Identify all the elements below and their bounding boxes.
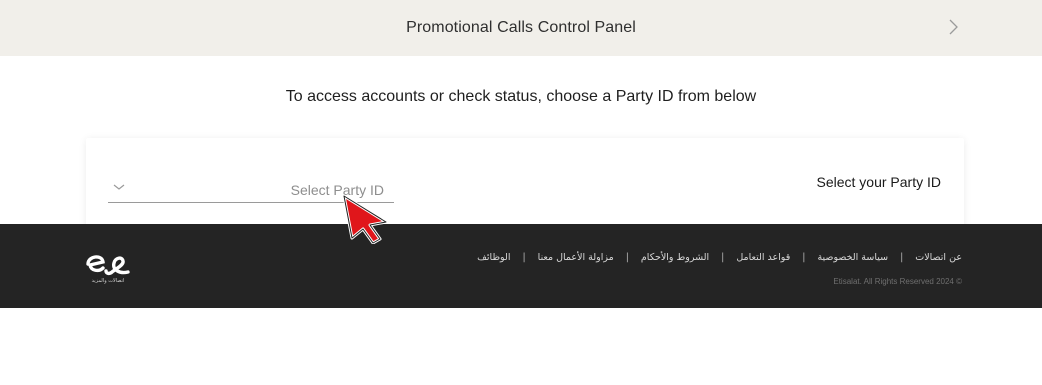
instruction-text: To access accounts or check status, choo… xyxy=(285,88,757,105)
footer-separator: | xyxy=(802,252,806,263)
footer-separator: | xyxy=(721,252,725,263)
footer-link-do-business[interactable]: مزاولة الأعمال معنا xyxy=(538,252,614,263)
footer-link-terms[interactable]: الشروط والأحكام xyxy=(641,252,709,263)
footer-separator: | xyxy=(900,252,904,263)
footer-link-careers[interactable]: الوظائف xyxy=(477,252,510,263)
logo-tagline: اتصالات والمزيد xyxy=(91,278,125,284)
footer-link-privacy[interactable]: سياسة الخصوصية xyxy=(817,252,888,263)
party-id-placeholder: Select Party ID xyxy=(290,182,384,198)
footer-separator: | xyxy=(522,252,526,263)
footer-separator: | xyxy=(625,252,629,263)
chevron-right-icon[interactable] xyxy=(946,13,962,41)
top-banner: Promotional Calls Control Panel xyxy=(0,0,1042,56)
eand-logo[interactable]: اتصالات والمزيد xyxy=(84,246,132,286)
party-id-card: Select Party ID Select your Party ID xyxy=(86,138,964,238)
page-title: Promotional Calls Control Panel xyxy=(406,19,636,36)
footer: اتصالات والمزيد عن اتصالات | سياسة الخصو… xyxy=(0,224,1042,308)
footer-link-about[interactable]: عن اتصالات xyxy=(915,252,962,263)
party-id-label: Select your Party ID xyxy=(816,174,942,190)
copyright-text: Etisalat. All Rights Reserved 2024 © xyxy=(833,277,962,286)
footer-link-code-of-conduct[interactable]: قواعد التعامل xyxy=(736,252,790,263)
eand-logo-icon xyxy=(86,255,130,276)
footer-links: عن اتصالات | سياسة الخصوصية | قواعد التع… xyxy=(477,252,962,263)
party-id-select[interactable]: Select Party ID xyxy=(108,174,394,203)
chevron-down-icon[interactable] xyxy=(112,182,126,192)
